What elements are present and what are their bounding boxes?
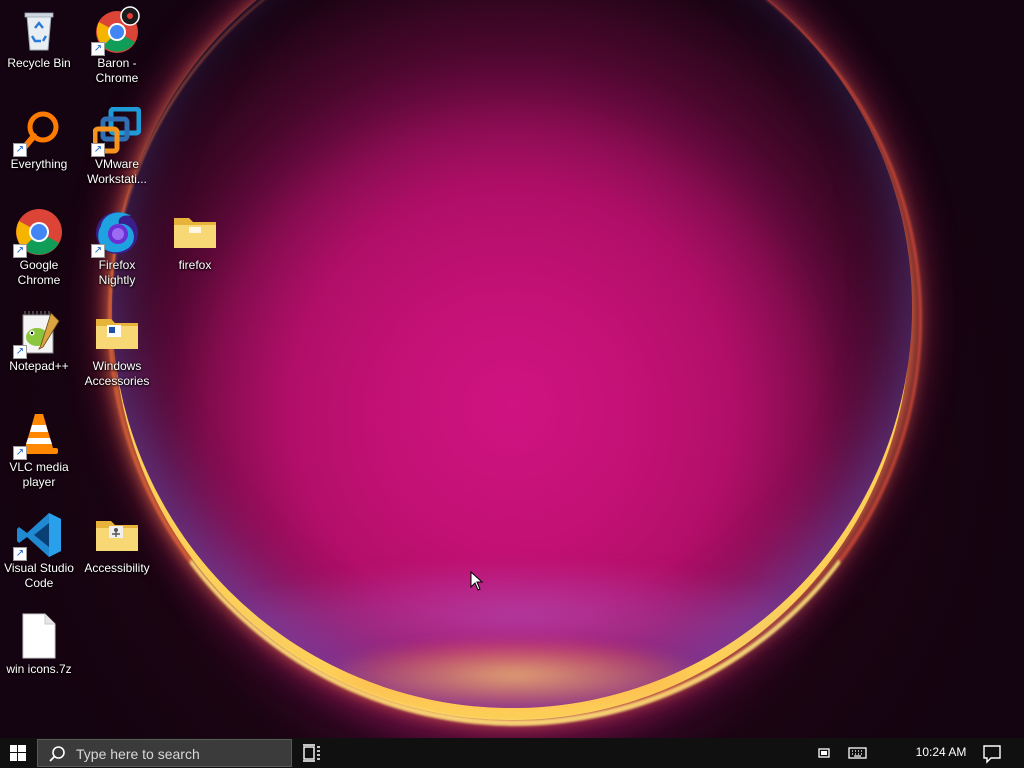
desktop-icon-notepad-plus-plus[interactable]: ↗ Notepad++ [1, 309, 77, 374]
tray-app-button[interactable] [814, 738, 834, 768]
desktop-icon-label: Notepad++ [9, 359, 69, 373]
desktop-icon-label: Windows Accessories [84, 359, 150, 388]
desktop-icon-baron-chrome[interactable]: ↗ Baron - Chrome [79, 6, 155, 86]
wallpaper-glow-bottom [330, 640, 700, 710]
shortcut-arrow-icon: ↗ [13, 446, 27, 460]
folder-icon [93, 309, 141, 357]
desktop-icon-label: Google Chrome [17, 258, 61, 287]
folder-icon [93, 511, 141, 559]
notepad-plus-plus-icon: ↗ [13, 309, 63, 359]
desktop-icon-firefox-nightly[interactable]: ↗ Firefox Nightly [79, 208, 155, 288]
file-icon [15, 612, 63, 660]
desktop-icon-label: Accessibility [84, 561, 150, 575]
desktop-icon-firefox-folder[interactable]: firefox [157, 208, 233, 273]
desktop-icon-label: Firefox Nightly [98, 258, 136, 287]
google-chrome-icon: ↗ [13, 208, 63, 258]
desktop-icon-google-chrome[interactable]: ↗ Google Chrome [1, 208, 77, 288]
desktop-icon-label: Everything [10, 157, 68, 171]
desktop-icon-everything[interactable]: ↗ Everything [1, 107, 77, 172]
desktop-icon-recycle-bin[interactable]: Recycle Bin [1, 6, 77, 71]
desktop-icon-vlc-media-player[interactable]: ↗ VLC media player [1, 410, 77, 490]
desktop-icon-accessibility[interactable]: Accessibility [79, 511, 155, 576]
input-indicator-button[interactable] [846, 738, 870, 768]
desktop-icon-visual-studio-code[interactable]: ↗ Visual Studio Code [1, 511, 77, 591]
search-placeholder: Type here to search [76, 746, 200, 762]
keyboard-icon [848, 747, 867, 759]
desktop-icon-windows-accessories[interactable]: Windows Accessories [79, 309, 155, 389]
shortcut-arrow-icon: ↗ [13, 244, 27, 258]
vlc-cone-icon: ↗ [13, 410, 63, 460]
desktop-icon-label: win icons.7z [6, 662, 72, 676]
desktop-icon-label: Baron - Chrome [95, 56, 139, 85]
desktop-icon-label: Visual Studio Code [4, 561, 74, 590]
tray-app-icon [818, 748, 830, 758]
folder-icon [171, 208, 219, 256]
notification-icon [983, 745, 1001, 764]
desktop-wallpaper: Recycle Bin ↗ Baron - Chrome ↗ Everythin… [0, 0, 1024, 738]
windows-logo-icon [10, 745, 26, 761]
vscode-icon: ↗ [13, 511, 63, 561]
desktop-icon-label: VLC media player [9, 460, 69, 489]
search-icon [49, 746, 65, 762]
shortcut-arrow-icon: ↗ [91, 143, 105, 157]
desktop-icon-label: firefox [178, 258, 212, 272]
shortcut-arrow-icon: ↗ [13, 345, 27, 359]
desktop-icon-vmware-workstation[interactable]: ↗ VMware Workstati... [79, 106, 155, 187]
recycle-bin-icon [15, 6, 63, 54]
baron-chrome-icon: ↗ [91, 6, 141, 56]
everything-search-icon: ↗ [13, 107, 63, 157]
desktop-icon-label: Recycle Bin [7, 56, 71, 70]
firefox-nightly-icon: ↗ [91, 208, 141, 258]
desktop-icon-win-icons-7z[interactable]: win icons.7z [1, 612, 77, 677]
desktop-icon-label: VMware Workstati... [87, 157, 147, 186]
task-view-button[interactable] [298, 738, 326, 768]
start-button[interactable] [0, 738, 36, 768]
shortcut-arrow-icon: ↗ [13, 143, 27, 157]
taskbar: Type here to search 10:24 AM [0, 738, 1024, 768]
shortcut-arrow-icon: ↗ [91, 42, 105, 56]
taskbar-clock[interactable]: 10:24 AM [906, 745, 976, 759]
task-view-icon [303, 744, 320, 762]
taskbar-search-box[interactable]: Type here to search [37, 739, 292, 767]
shortcut-arrow-icon: ↗ [13, 547, 27, 561]
mouse-cursor-icon [470, 570, 484, 591]
shortcut-arrow-icon: ↗ [91, 244, 105, 258]
action-center-button[interactable] [980, 738, 1004, 768]
vmware-workstation-icon: ↗ [91, 106, 142, 157]
